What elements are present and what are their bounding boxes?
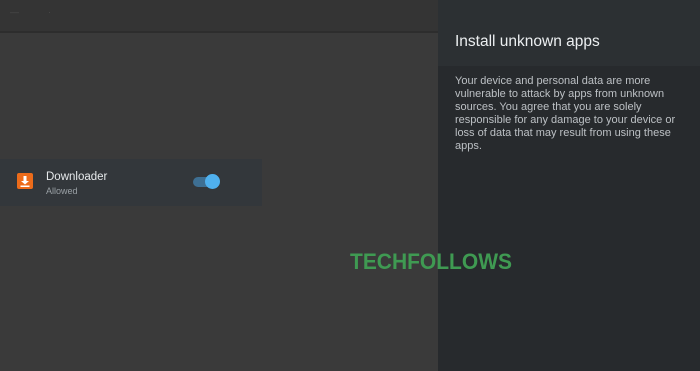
download-icon	[17, 173, 33, 189]
header-divider	[0, 31, 438, 33]
svg-text:TECHFOLLOWS: TECHFOLLOWS	[350, 251, 512, 273]
background-faded-marks: — ·	[10, 7, 53, 17]
app-name: Downloader	[46, 171, 108, 183]
background-header-bar: — ·	[0, 0, 438, 33]
warning-description: Your device and personal data are more v…	[455, 75, 676, 152]
install-unknown-apps-panel: Install unknown apps Your device and per…	[438, 0, 700, 371]
page-title: Install unknown apps	[455, 33, 600, 50]
toggle-thumb	[205, 174, 220, 189]
app-status: Allowed	[46, 186, 78, 196]
app-row-downloader[interactable]	[0, 159, 262, 206]
watermark-logo: TECHFOLLOWS	[350, 251, 512, 273]
allow-toggle[interactable]	[193, 174, 220, 189]
panel-header: Install unknown apps	[438, 0, 700, 66]
